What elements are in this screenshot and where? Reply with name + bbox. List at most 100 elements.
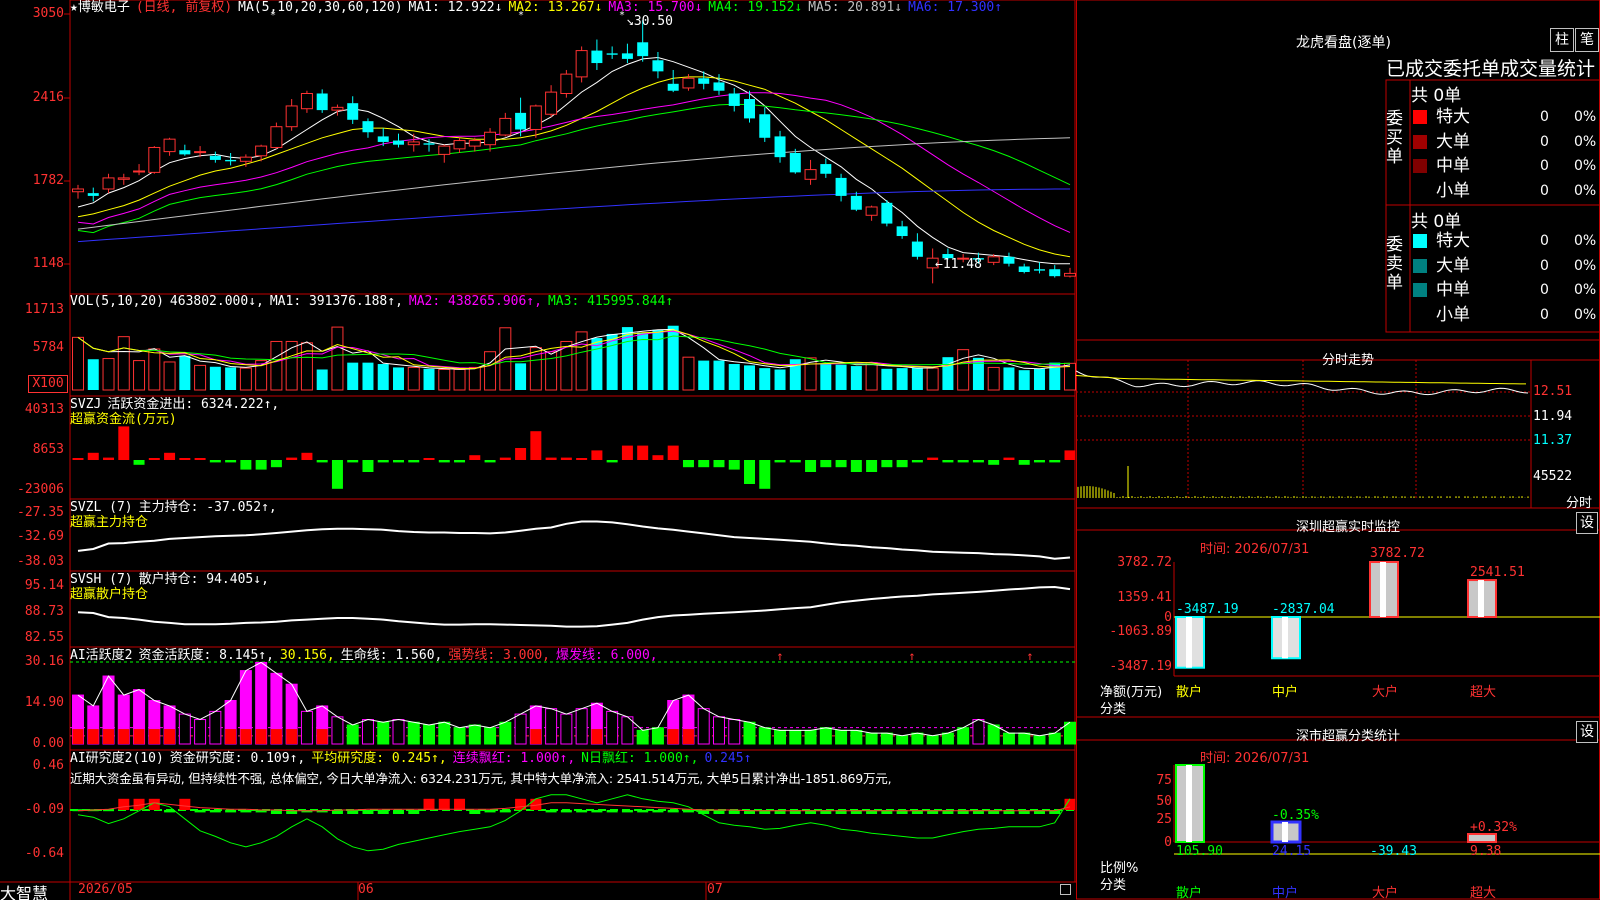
tick-mode-button[interactable]: 笔 — [1575, 28, 1599, 52]
flow-bar-out — [835, 460, 847, 468]
ai-active-value: 资金活跃度: 8.145↑, — [138, 648, 274, 663]
volume-bar-down — [942, 357, 954, 390]
sell-row-count: 0 — [1540, 306, 1549, 323]
ai-research-indicator-name[interactable]: AI研究度2(10) — [70, 751, 164, 766]
research-bar — [408, 810, 420, 814]
candle-body-down — [637, 42, 649, 57]
activity-bar — [361, 719, 374, 745]
volume-ma-line — [77, 329, 1071, 369]
flow-bar-in — [87, 452, 99, 460]
flow-bar-in — [515, 448, 527, 460]
activity-bar-base — [270, 729, 282, 744]
volume-bar-up — [163, 361, 176, 391]
volume-bar-down — [87, 359, 99, 390]
flow-bar-out — [438, 460, 450, 463]
sz-monitor-category: 中户 — [1272, 685, 1299, 700]
svzj-indicator-name[interactable]: SVZJ — [70, 397, 101, 412]
research-bar — [560, 810, 572, 813]
volume-bar-up — [300, 342, 313, 391]
volume-bar-up — [72, 336, 84, 391]
flow-bar-in — [148, 458, 160, 460]
candle-body-up — [865, 206, 878, 216]
volume-bar-down — [1003, 367, 1015, 390]
activity-bar — [377, 721, 390, 745]
sz-monitor-date: 时间: 2026/07/31 — [1200, 542, 1310, 557]
flow-bar-out — [484, 460, 496, 463]
monitor-bar-highlight — [1478, 580, 1484, 617]
vol-indicator-name[interactable]: VOL(5,10,20) — [70, 294, 164, 309]
bar-mode-button[interactable]: 柱 — [1550, 28, 1574, 52]
candle-body-down — [347, 103, 359, 120]
flow-bar-in — [545, 457, 557, 460]
sz-monitor-settings-button[interactable]: 设 — [1576, 512, 1598, 534]
flow-bar-out — [866, 460, 878, 472]
stock-name[interactable]: 博敏电子 — [78, 0, 130, 15]
flow-bar-out — [316, 460, 328, 463]
flow-bar-in — [530, 431, 542, 460]
flow-bar-in — [1003, 457, 1015, 460]
ai-active-indicator-name[interactable]: AI活跃度2 — [70, 648, 132, 663]
volume-bar-down — [744, 365, 756, 390]
volume-bar-down — [667, 325, 679, 390]
candle-body-down — [1033, 269, 1045, 271]
sell-row-pct: 0% — [1574, 233, 1597, 249]
research-bar — [698, 810, 710, 814]
activity-bar — [1033, 735, 1046, 745]
vol-ma-label-3: MA3: 415995.844↑ — [547, 294, 674, 309]
volume-bar-up — [102, 358, 115, 391]
candle-body-up — [804, 169, 817, 180]
flow-bar-out — [682, 460, 694, 468]
svzl-indicator-name[interactable]: SVZL (7) — [70, 500, 133, 515]
flow-bar-out — [1018, 460, 1030, 465]
volume-bar-down — [209, 366, 221, 390]
activity-bar — [453, 727, 466, 745]
period-label[interactable]: (日线, 前复权) — [136, 0, 232, 15]
sell-side-label: 委卖单 — [1386, 235, 1403, 293]
candle-body-down — [606, 53, 618, 55]
lock-icon[interactable] — [1060, 884, 1071, 895]
activity-bar — [804, 729, 817, 745]
ai-research-value: 资金研究度: 0.109↑, — [169, 751, 306, 766]
candle-body-up — [438, 145, 451, 155]
flow-bar-in — [423, 458, 435, 460]
activity-bar — [987, 724, 1000, 745]
candle-body-up — [468, 140, 481, 147]
svsh-indicator-name[interactable]: SVSH (7) — [70, 572, 133, 587]
volume-bar-up — [133, 360, 146, 391]
activity-bar — [850, 729, 863, 745]
vol-unit-badge[interactable]: X100 — [28, 375, 68, 393]
intraday-avg-line — [1076, 375, 1526, 385]
sell-row-color-swatch — [1413, 234, 1427, 248]
sz-stats-settings-button[interactable]: 设 — [1576, 721, 1598, 743]
flow-bar-out — [454, 460, 466, 463]
candle-body-up — [484, 131, 497, 146]
candle-body-down — [362, 121, 374, 133]
price-ma-label-5: MA5: 20.891↓ — [808, 0, 903, 15]
sz-stats-value-label: +0.32% — [1470, 820, 1517, 835]
buy-row-color-swatch — [1413, 134, 1427, 149]
flow-bar-out — [972, 460, 984, 463]
buy-row-pct: 0% — [1574, 109, 1597, 125]
ai-active-part-3: 强势线: 3.000, — [448, 648, 550, 663]
buy-row-count: 0 — [1540, 109, 1549, 125]
sz-stats-value-label: -0.35% — [1272, 808, 1319, 823]
activity-bar — [209, 710, 222, 745]
flow-bar-out — [331, 460, 343, 489]
flow-bar-in — [194, 458, 206, 460]
activity-bar-base — [667, 729, 679, 744]
research-bar — [469, 810, 481, 814]
volume-bar-down — [1018, 370, 1030, 390]
volume-bar-up — [270, 340, 283, 391]
research-bar — [667, 810, 679, 813]
volume-bar-down — [179, 355, 191, 390]
candle-body-up — [285, 105, 298, 128]
candle-body-down — [667, 83, 679, 91]
activity-bar-base — [286, 729, 298, 744]
volume-bar-up — [331, 326, 344, 391]
activity-bar — [743, 721, 756, 745]
ma-indicator-name[interactable]: MA(5,10,20,30,60,120) — [238, 0, 402, 15]
candle-body-up — [575, 50, 588, 78]
svzj-tick: 8653 — [32, 442, 64, 457]
volume-bar-down — [347, 362, 359, 390]
flow-bar-out — [942, 460, 954, 463]
